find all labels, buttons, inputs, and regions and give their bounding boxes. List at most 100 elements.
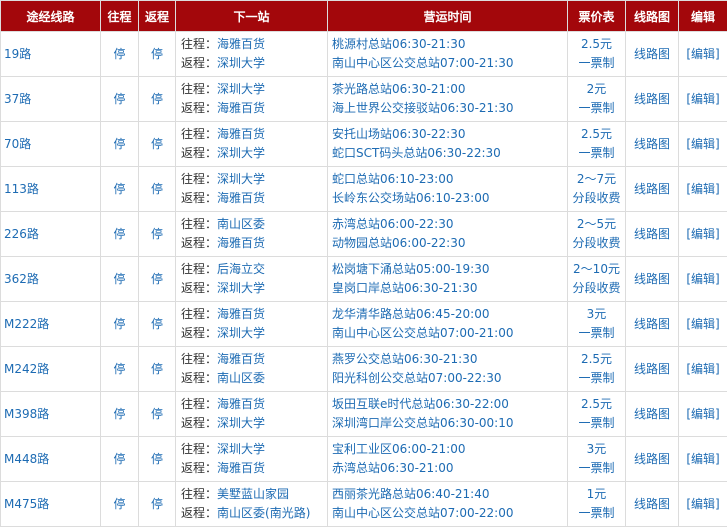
edit-link[interactable]: [编辑] xyxy=(679,437,727,482)
next-stop-outbound-link[interactable]: 海雅百货 xyxy=(217,307,265,321)
route-map-link[interactable]: 线路图 xyxy=(626,437,679,482)
next-stop-outbound-link[interactable]: 深圳大学 xyxy=(217,172,265,186)
next-stop-outbound: 往程：深圳大学 xyxy=(181,440,327,459)
route-link[interactable]: M398路 xyxy=(1,392,101,437)
next-stop-outbound-link[interactable]: 美墅蓝山家园 xyxy=(217,487,289,501)
route-link[interactable]: 113路 xyxy=(1,167,101,212)
route-link[interactable]: 37路 xyxy=(1,77,101,122)
edit-link[interactable]: [编辑] xyxy=(679,77,727,122)
hours-terminal-2[interactable]: 蛇口SCT码头总站06:30-22:30 xyxy=(332,144,567,163)
route-map-link[interactable]: 线路图 xyxy=(626,77,679,122)
next-stop-return-link[interactable]: 深圳大学 xyxy=(217,56,265,70)
hours-terminal-1[interactable]: 茶光路总站06:30-21:00 xyxy=(332,80,567,99)
route-link[interactable]: 362路 xyxy=(1,257,101,302)
edit-link[interactable]: [编辑] xyxy=(679,122,727,167)
route-link[interactable]: 226路 xyxy=(1,212,101,257)
header-fare: 票价表 xyxy=(568,1,626,32)
next-stop-return-link[interactable]: 深圳大学 xyxy=(217,326,265,340)
edit-link[interactable]: [编辑] xyxy=(679,392,727,437)
next-stop-return-link[interactable]: 南山区委(南光路) xyxy=(217,506,310,520)
hours-terminal-2[interactable]: 南山中心区公交总站07:00-21:00 xyxy=(332,324,567,343)
hours-terminal-1[interactable]: 坂田互联e时代总站06:30-22:00 xyxy=(332,395,567,414)
next-stop-return-link[interactable]: 深圳大学 xyxy=(217,146,265,160)
outbound-stop-status: 停 xyxy=(101,32,139,77)
return-label: 返程： xyxy=(181,461,217,475)
return-label: 返程： xyxy=(181,236,217,250)
next-stop-return-link[interactable]: 海雅百货 xyxy=(217,191,265,205)
hours-terminal-1[interactable]: 燕罗公交总站06:30-21:30 xyxy=(332,350,567,369)
next-stop-outbound-link[interactable]: 海雅百货 xyxy=(217,397,265,411)
next-stop-outbound-link[interactable]: 海雅百货 xyxy=(217,37,265,51)
outbound-stop-status: 停 xyxy=(101,302,139,347)
next-stop-return-link[interactable]: 海雅百货 xyxy=(217,461,265,475)
hours-terminal-2[interactable]: 南山中心区公交总站07:00-22:00 xyxy=(332,504,567,523)
hours-cell: 宝利工业区06:00-21:00 赤湾总站06:30-21:00 xyxy=(328,437,568,482)
next-stop-return: 返程：深圳大学 xyxy=(181,414,327,433)
hours-terminal-2[interactable]: 长岭东公交场站06:10-23:00 xyxy=(332,189,567,208)
route-link[interactable]: M222路 xyxy=(1,302,101,347)
route-link[interactable]: 70路 xyxy=(1,122,101,167)
fare-type: 一票制 xyxy=(568,144,625,163)
outbound-stop-status: 停 xyxy=(101,392,139,437)
route-map-link[interactable]: 线路图 xyxy=(626,482,679,527)
route-map-link[interactable]: 线路图 xyxy=(626,347,679,392)
hours-terminal-1[interactable]: 安托山场站06:30-22:30 xyxy=(332,125,567,144)
next-stop-return-link[interactable]: 海雅百货 xyxy=(217,101,265,115)
hours-terminal-1[interactable]: 宝利工业区06:00-21:00 xyxy=(332,440,567,459)
next-stop-outbound-link[interactable]: 深圳大学 xyxy=(217,82,265,96)
hours-terminal-2[interactable]: 赤湾总站06:30-21:00 xyxy=(332,459,567,478)
next-stop-return: 返程：海雅百货 xyxy=(181,234,327,253)
route-map-link[interactable]: 线路图 xyxy=(626,392,679,437)
route-map-link[interactable]: 线路图 xyxy=(626,32,679,77)
route-map-link[interactable]: 线路图 xyxy=(626,167,679,212)
next-stop-outbound-link[interactable]: 海雅百货 xyxy=(217,127,265,141)
edit-link[interactable]: [编辑] xyxy=(679,212,727,257)
fare-type: 一票制 xyxy=(568,504,625,523)
fare-amount: 2.5元 xyxy=(568,350,625,369)
table-row: 226路 停 停 往程：南山区委 返程：海雅百货 赤湾总站06:00-22:30… xyxy=(1,212,727,257)
hours-terminal-1[interactable]: 桃源村总站06:30-21:30 xyxy=(332,35,567,54)
next-stop-outbound-link[interactable]: 深圳大学 xyxy=(217,442,265,456)
fare-amount: 2～7元 xyxy=(568,170,625,189)
edit-link[interactable]: [编辑] xyxy=(679,482,727,527)
hours-terminal-2[interactable]: 海上世界公交接驳站06:30-21:30 xyxy=(332,99,567,118)
return-stop-status: 停 xyxy=(139,77,176,122)
return-label: 返程： xyxy=(181,191,217,205)
next-stop-return: 返程：海雅百货 xyxy=(181,99,327,118)
edit-link[interactable]: [编辑] xyxy=(679,32,727,77)
next-stop-return-link[interactable]: 深圳大学 xyxy=(217,416,265,430)
outbound-label: 往程： xyxy=(181,217,217,231)
hours-terminal-2[interactable]: 动物园总站06:00-22:30 xyxy=(332,234,567,253)
fare-cell: 2～10元 分段收费 xyxy=(568,257,626,302)
edit-link[interactable]: [编辑] xyxy=(679,257,727,302)
hours-terminal-1[interactable]: 西丽茶光路总站06:40-21:40 xyxy=(332,485,567,504)
hours-terminal-1[interactable]: 蛇口总站06:10-23:00 xyxy=(332,170,567,189)
outbound-label: 往程： xyxy=(181,172,217,186)
return-label: 返程： xyxy=(181,371,217,385)
hours-terminal-2[interactable]: 深圳湾口岸公交总站06:30-00:10 xyxy=(332,414,567,433)
next-stop-outbound-link[interactable]: 南山区委 xyxy=(217,217,265,231)
route-link[interactable]: 19路 xyxy=(1,32,101,77)
route-map-link[interactable]: 线路图 xyxy=(626,257,679,302)
next-stop-return-link[interactable]: 南山区委 xyxy=(217,371,265,385)
return-stop-status: 停 xyxy=(139,257,176,302)
next-stop-return-link[interactable]: 深圳大学 xyxy=(217,281,265,295)
hours-terminal-2[interactable]: 阳光科创公交总站07:00-22:30 xyxy=(332,369,567,388)
route-link[interactable]: M242路 xyxy=(1,347,101,392)
route-map-link[interactable]: 线路图 xyxy=(626,302,679,347)
route-link[interactable]: M475路 xyxy=(1,482,101,527)
edit-link[interactable]: [编辑] xyxy=(679,347,727,392)
next-stop-outbound-link[interactable]: 海雅百货 xyxy=(217,352,265,366)
hours-terminal-1[interactable]: 松岗塘下涌总站05:00-19:30 xyxy=(332,260,567,279)
route-link[interactable]: M448路 xyxy=(1,437,101,482)
route-map-link[interactable]: 线路图 xyxy=(626,122,679,167)
hours-terminal-1[interactable]: 赤湾总站06:00-22:30 xyxy=(332,215,567,234)
hours-terminal-2[interactable]: 皇岗口岸总站06:30-21:30 xyxy=(332,279,567,298)
next-stop-outbound-link[interactable]: 后海立交 xyxy=(217,262,265,276)
edit-link[interactable]: [编辑] xyxy=(679,167,727,212)
hours-terminal-2[interactable]: 南山中心区公交总站07:00-21:30 xyxy=(332,54,567,73)
edit-link[interactable]: [编辑] xyxy=(679,302,727,347)
hours-terminal-1[interactable]: 龙华清华路总站06:45-20:00 xyxy=(332,305,567,324)
route-map-link[interactable]: 线路图 xyxy=(626,212,679,257)
next-stop-return-link[interactable]: 海雅百货 xyxy=(217,236,265,250)
